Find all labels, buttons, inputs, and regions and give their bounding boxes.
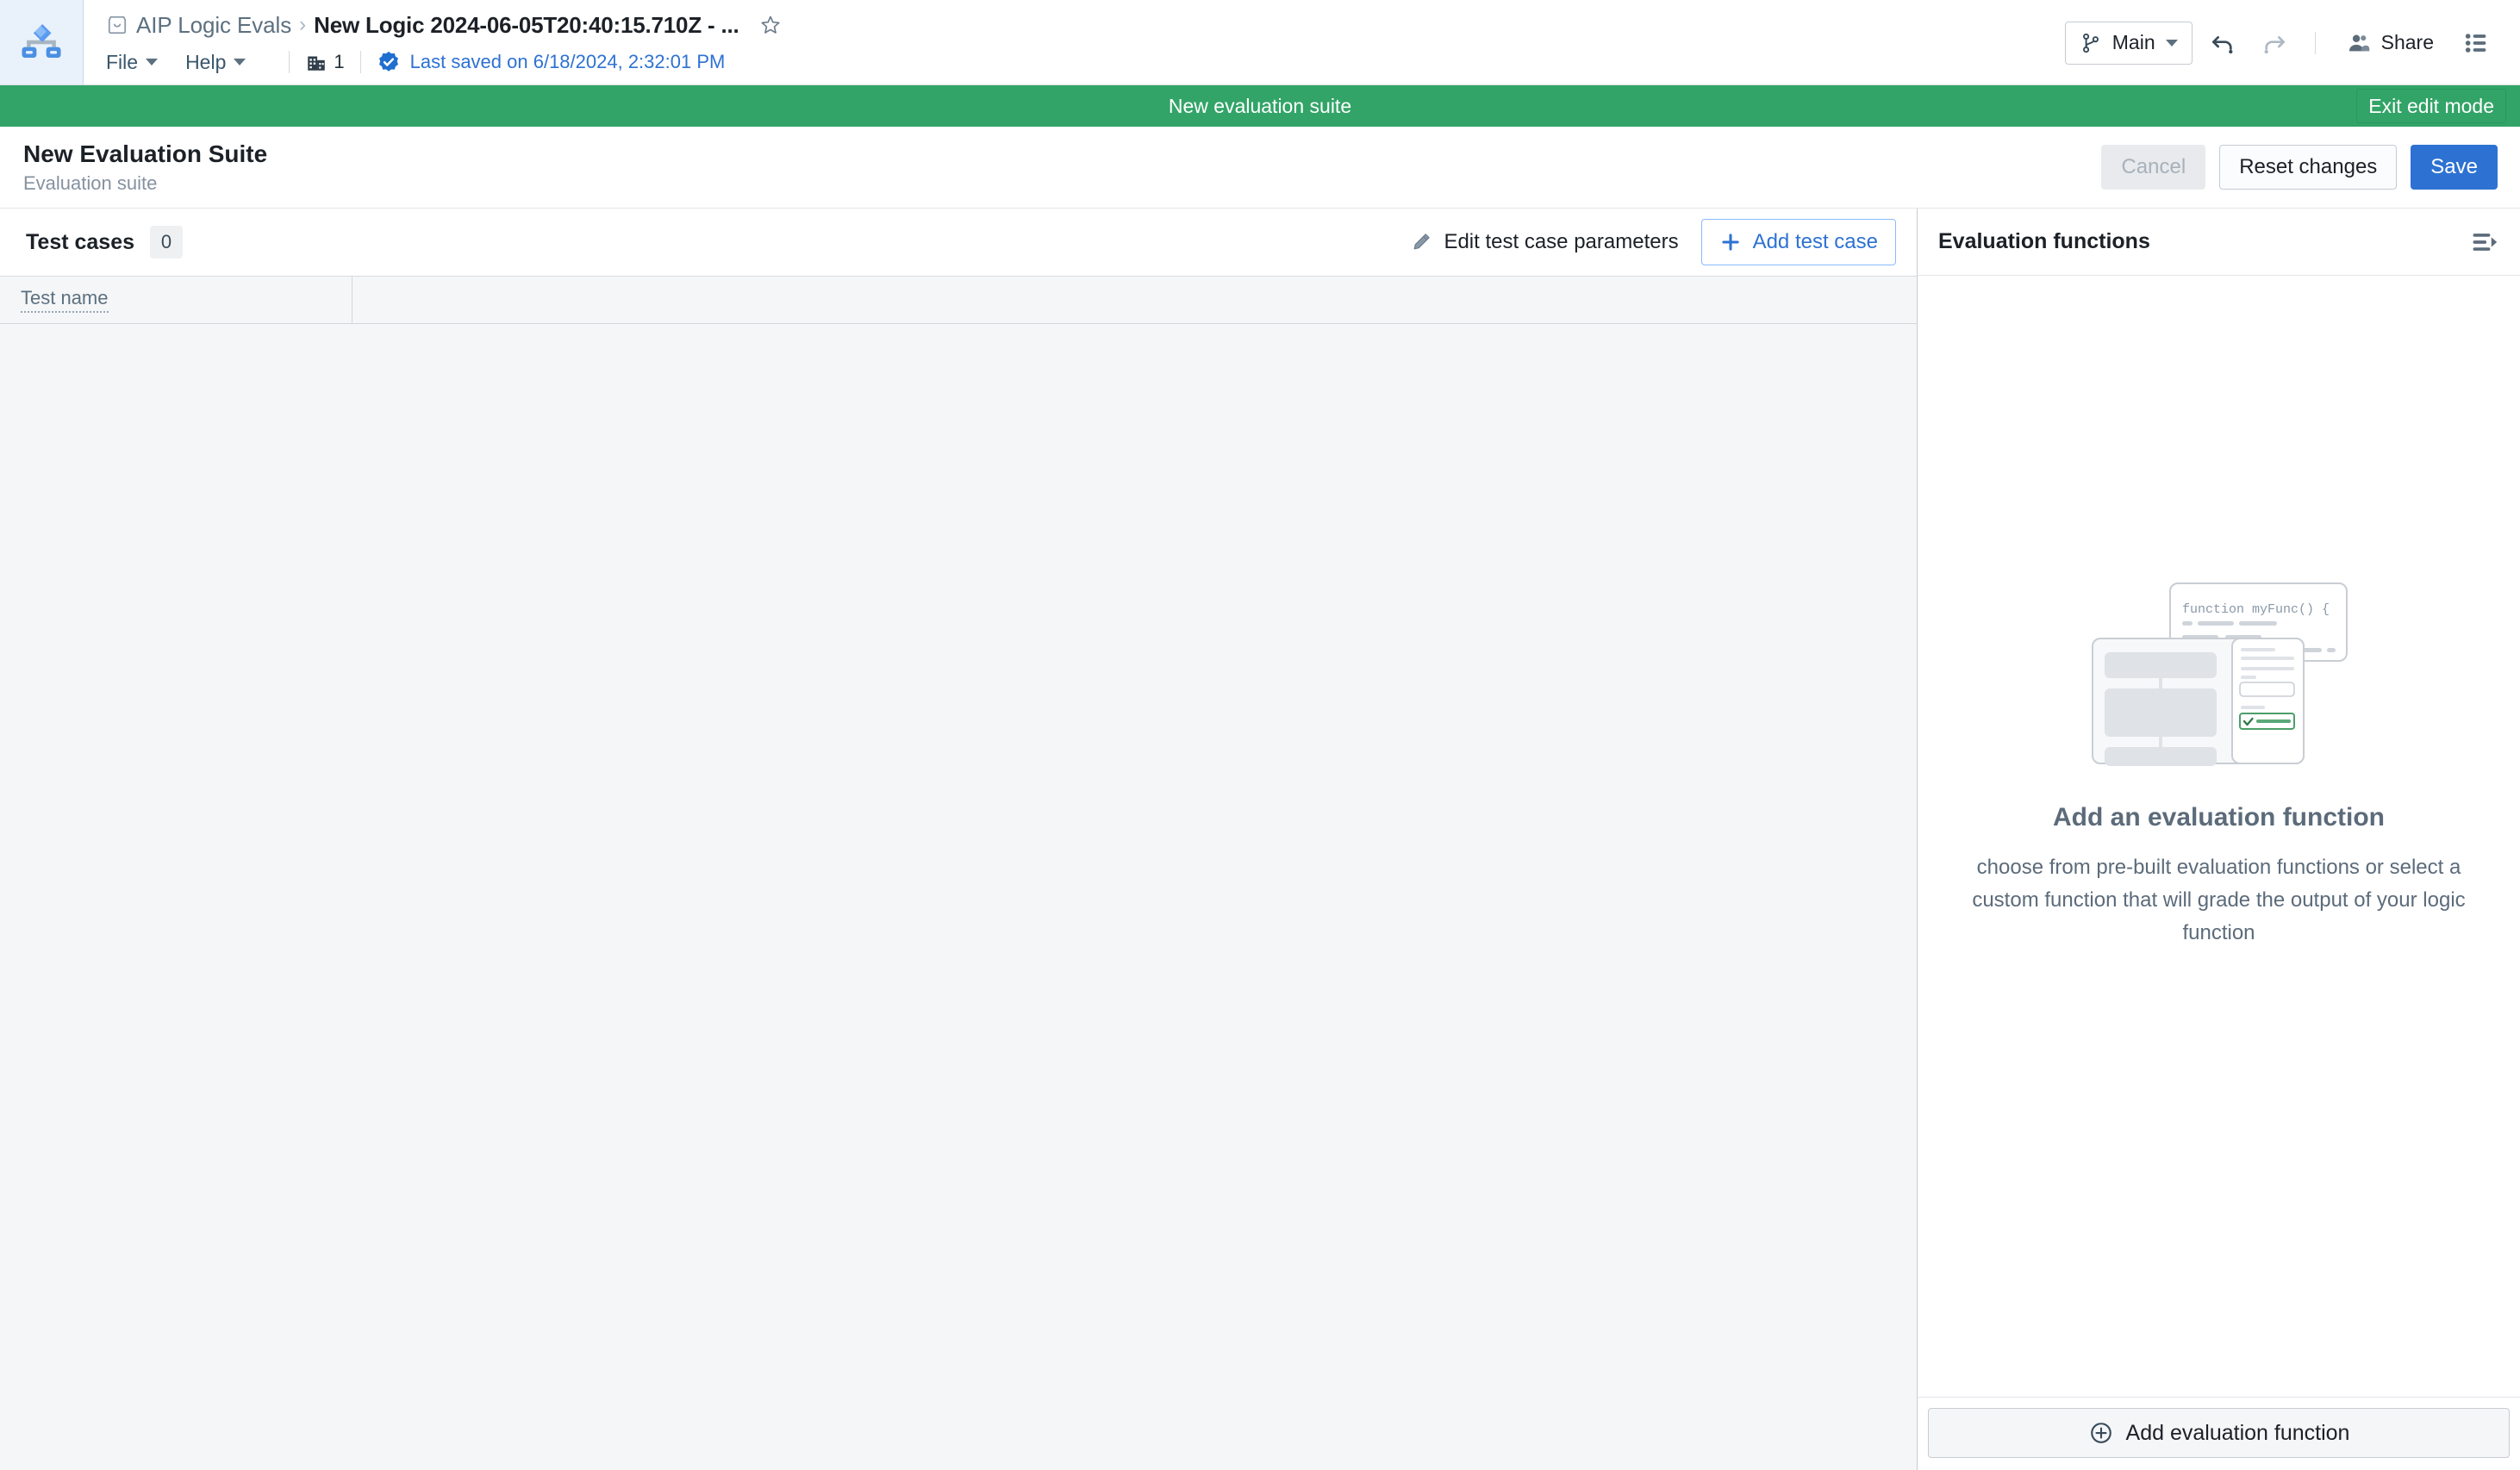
test-cases-count-badge: 0	[150, 226, 184, 258]
add-evaluation-function-button[interactable]: Add evaluation function	[1928, 1408, 2510, 1458]
branch-label: Main	[2111, 31, 2155, 53]
breadcrumb: AIP Logic Evals › New Logic 2024-06-05T2…	[106, 5, 2065, 45]
page-header: New Evaluation Suite Evaluation suite Ca…	[0, 127, 2520, 209]
organization-indicator[interactable]: 1	[305, 51, 345, 73]
column-header-label: Test name	[21, 287, 109, 313]
redo-button[interactable]	[2253, 22, 2296, 65]
reset-changes-button[interactable]: Reset changes	[2219, 145, 2398, 190]
test-cases-pane: Test cases 0 Edit test case parameters A…	[0, 209, 1917, 1470]
chevron-down-icon	[2165, 39, 2178, 47]
evaluation-functions-title: Evaluation functions	[1938, 229, 2150, 253]
test-cases-title: Test cases	[26, 229, 135, 254]
branch-selector[interactable]: Main	[2064, 21, 2193, 65]
people-icon	[2347, 31, 2371, 55]
menu-file[interactable]: File	[106, 48, 168, 77]
top-bar: AIP Logic Evals › New Logic 2024-06-05T2…	[0, 0, 2520, 85]
branch-icon	[2080, 32, 2102, 54]
evaluation-functions-header: Evaluation functions	[1918, 209, 2520, 276]
cancel-button[interactable]: Cancel	[2101, 145, 2206, 190]
edit-test-case-parameters-label: Edit test case parameters	[1444, 230, 1679, 253]
plus-icon	[1719, 231, 1742, 253]
document-title[interactable]: New Logic 2024-06-05T20:40:15.710Z - ...	[314, 12, 739, 39]
add-test-case-label: Add test case	[1752, 230, 1878, 253]
menu-bar: File Help 1 Last saved on 6/18/2024, 2:3…	[106, 45, 2065, 79]
table-header-row: Test name	[0, 276, 1917, 324]
breadcrumb-parent-link[interactable]: AIP Logic Evals	[136, 12, 291, 39]
app-logo-button[interactable]	[0, 0, 84, 84]
list-properties-icon	[2462, 29, 2490, 57]
title-area: AIP Logic Evals › New Logic 2024-06-05T2…	[84, 0, 2065, 84]
chevron-down-icon	[146, 59, 159, 65]
svg-text:function myFunc() {: function myFunc() {	[2182, 602, 2330, 617]
exit-edit-mode-button[interactable]: Exit edit mode	[2356, 89, 2506, 123]
logic-flow-logo-icon	[18, 19, 65, 65]
page-title: New Evaluation Suite	[23, 140, 268, 167]
undo-icon	[2209, 29, 2236, 57]
test-cases-toolbar: Test cases 0 Edit test case parameters A…	[0, 209, 1917, 276]
page-subtitle: Evaluation suite	[23, 172, 158, 195]
test-cases-actions: Edit test case parameters Add test case	[1407, 219, 1896, 265]
column-header-empty	[352, 277, 1917, 323]
save-status[interactable]: Last saved on 6/18/2024, 2:32:01 PM	[377, 50, 726, 74]
empty-state-description: choose from pre-built evaluation functio…	[1972, 856, 2466, 944]
add-evaluation-function-label: Add evaluation function	[2125, 1420, 2350, 1445]
divider	[289, 51, 290, 73]
evaluation-functions-empty-state: function myFunc() {Add an evaluation fu…	[1918, 276, 2520, 1397]
menu-file-label: File	[106, 50, 139, 73]
save-status-text: Last saved on 6/18/2024, 2:32:01 PM	[409, 51, 726, 72]
redo-icon	[2261, 29, 2288, 57]
share-button[interactable]: Share	[2335, 22, 2446, 65]
evaluation-functions-pane: Evaluation functions function myFunc() {	[1917, 209, 2520, 1470]
test-cases-heading: Test cases 0	[26, 226, 1407, 258]
body: Test cases 0 Edit test case parameters A…	[0, 209, 2520, 1470]
evaluation-functions-footer: Add evaluation function	[1918, 1397, 2520, 1470]
folder-icon	[106, 14, 128, 36]
chevron-down-icon	[234, 59, 246, 65]
check-badge-icon	[377, 50, 401, 74]
test-cases-table: Test name	[0, 276, 1917, 324]
breadcrumb-separator: ›	[299, 13, 307, 36]
top-bar-actions: Main Share	[2064, 0, 2520, 85]
share-label: Share	[2380, 31, 2434, 53]
column-header-test-name[interactable]: Test name	[0, 277, 352, 323]
properties-button[interactable]	[2455, 22, 2498, 65]
page-header-text: New Evaluation Suite Evaluation suite	[23, 140, 2101, 196]
save-button[interactable]: Save	[2411, 145, 2498, 190]
divider	[2314, 31, 2316, 54]
divider	[359, 51, 361, 73]
organization-count: 1	[334, 51, 345, 72]
edit-test-case-parameters-button[interactable]: Edit test case parameters	[1407, 225, 1681, 259]
menu-help-label: Help	[185, 50, 227, 73]
add-test-case-button[interactable]: Add test case	[1700, 219, 1896, 265]
undo-button[interactable]	[2201, 22, 2244, 65]
menu-help[interactable]: Help	[185, 48, 256, 77]
page-actions: Cancel Reset changes Save	[2101, 145, 2498, 190]
empty-state-title: Add an evaluation function	[2052, 803, 2385, 832]
panel-collapse-icon[interactable]	[2470, 227, 2499, 257]
pencil-icon	[1410, 231, 1432, 253]
code-function-card-illustration: function myFunc() {	[2077, 576, 2361, 803]
star-outline-icon[interactable]	[747, 14, 782, 36]
circle-plus-icon	[2088, 1420, 2114, 1446]
edit-mode-banner: New evaluation suite Exit edit mode	[0, 85, 2520, 127]
edit-mode-label: New evaluation suite	[1168, 94, 1352, 117]
building-icon	[305, 51, 327, 73]
